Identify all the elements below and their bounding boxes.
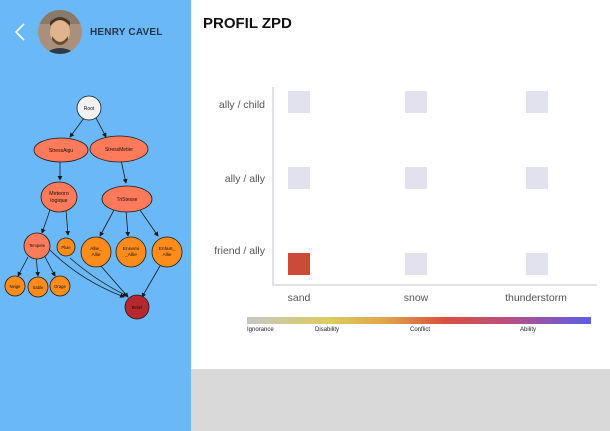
node-allie-allie[interactable]: Allie_ Allie	[80, 236, 112, 268]
node-sable-label: Sable	[33, 285, 44, 290]
node-neige-label: Neige	[10, 284, 22, 289]
node-stress-metier[interactable]: StressMetier	[89, 135, 149, 163]
heatmap-cell[interactable]	[526, 253, 548, 275]
heatmap-cell[interactable]	[405, 167, 427, 189]
row-label: ally / child	[218, 99, 265, 111]
avatar[interactable]	[38, 10, 82, 54]
column-label: snow	[403, 292, 429, 304]
node-ennemi-allie[interactable]: Ennemi _Allie	[115, 236, 147, 268]
heatmap-cell[interactable]	[288, 167, 310, 189]
back-arrow-icon[interactable]	[13, 22, 27, 42]
sidebar: HENRY CAVEL Root StressAigu StressMetier…	[0, 0, 191, 431]
node-root-label: Root	[84, 106, 95, 112]
heatmap-cell[interactable]	[526, 167, 548, 189]
node-enfant-allie[interactable]: Enfant_ Allie	[151, 236, 183, 268]
node-orage[interactable]: Orage	[49, 275, 71, 297]
node-stress-aigu[interactable]: StressAigu	[33, 137, 89, 163]
concept-tree: Root StressAigu StressMetier Meteoro logi…	[4, 95, 183, 320]
node-tempete[interactable]: Tempete	[23, 232, 51, 260]
node-sable[interactable]: Sable	[27, 276, 49, 298]
node-tristesse[interactable]: TriStesse	[101, 185, 153, 213]
node-tristesse-label: TriStesse	[117, 197, 138, 203]
column-label: sand	[287, 292, 311, 304]
row-label: friend / ally	[214, 245, 265, 257]
page-title: PROFIL ZPD	[203, 15, 292, 32]
scale-label: Ignorance	[247, 327, 274, 333]
footer-panel	[191, 369, 610, 431]
scale-label: Ability	[520, 327, 537, 333]
column-label: thunderstorm	[505, 292, 567, 304]
node-stress-aigu-label: StressAigu	[49, 148, 73, 154]
user-name: HENRY CAVEL	[90, 27, 163, 38]
heatmap-cell[interactable]	[288, 91, 310, 113]
heatmap-cell[interactable]	[405, 91, 427, 113]
node-meteorologique[interactable]: Meteoro logique	[40, 181, 78, 213]
node-orage-label: Orage	[54, 284, 66, 289]
node-belief[interactable]: Belief	[124, 294, 150, 320]
node-neige[interactable]: Neige	[4, 275, 26, 297]
heatmap-cell[interactable]	[526, 91, 548, 113]
node-root[interactable]: Root	[76, 95, 102, 121]
scale-label: Conflict	[410, 327, 431, 333]
x-axis-line	[272, 284, 597, 286]
heatmap-cell[interactable]	[405, 253, 427, 275]
node-meteorologique-label: Meteoro logique	[49, 191, 69, 204]
node-pluie-label: Pluie	[61, 245, 71, 250]
heatmap-cell[interactable]	[288, 253, 310, 275]
node-stress-metier-label: StressMetier	[105, 147, 133, 153]
node-belief-label: Belief	[132, 305, 143, 310]
color-scale-bar	[247, 317, 591, 324]
row-label: ally / ally	[224, 173, 265, 185]
node-pluie[interactable]: Pluie	[56, 237, 76, 257]
scale-label: Disability	[315, 327, 340, 333]
node-tempete-label: Tempete	[29, 243, 46, 248]
y-axis-line	[272, 87, 274, 284]
